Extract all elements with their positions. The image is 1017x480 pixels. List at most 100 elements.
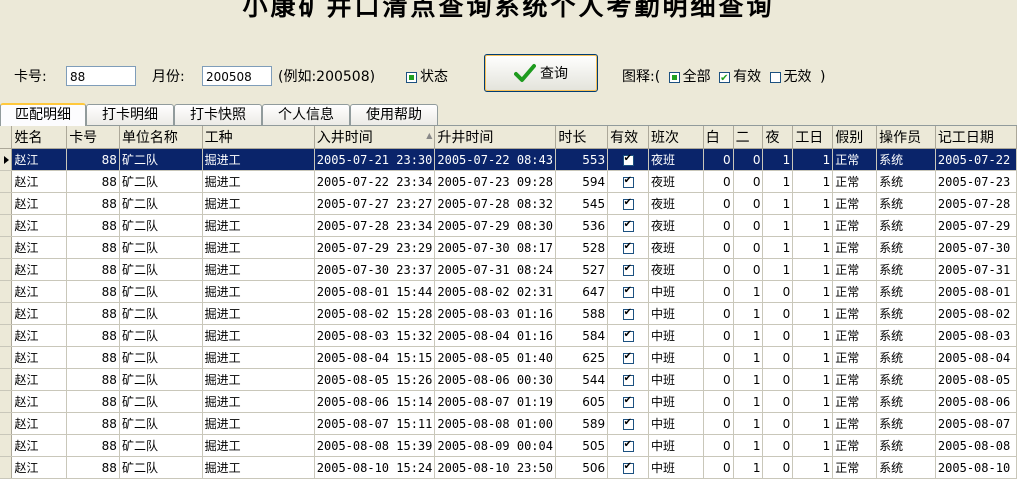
cell-second[interactable]: 1 (733, 368, 764, 391)
cell-name[interactable]: 赵江 (11, 324, 68, 347)
cell-day[interactable]: 0 (703, 280, 734, 303)
cell-second[interactable]: 1 (733, 456, 764, 479)
cell-shift[interactable]: 中班 (648, 390, 704, 413)
cell-in-time[interactable]: 2005-08-06 15:14 (314, 390, 436, 413)
cell-workday[interactable]: 1 (792, 390, 834, 413)
cell-leave[interactable]: 正常 (832, 170, 878, 193)
cell-night[interactable]: 0 (762, 390, 794, 413)
cell-leave[interactable]: 正常 (832, 258, 878, 281)
row-indicator[interactable] (0, 368, 13, 391)
cell-night[interactable]: 0 (762, 302, 794, 325)
row-indicator[interactable] (0, 324, 13, 347)
cell-out-time[interactable]: 2005-08-07 01:19 (434, 390, 557, 413)
cell-in-time[interactable]: 2005-08-04 15:15 (314, 346, 436, 369)
cell-day[interactable]: 0 (703, 368, 734, 391)
col-header-operator[interactable]: 操作员 (876, 126, 936, 149)
cell-card[interactable]: 88 (66, 148, 120, 171)
cell-job[interactable]: 掘进工 (202, 390, 315, 413)
cell-second[interactable]: 1 (733, 434, 764, 457)
cell-job[interactable]: 掘进工 (202, 434, 315, 457)
cell-duration[interactable]: 536 (555, 214, 609, 237)
cell-duration[interactable]: 625 (555, 346, 609, 369)
cell-workday[interactable]: 1 (792, 258, 834, 281)
cell-valid[interactable] (607, 214, 650, 237)
cell-record-date[interactable]: 2005-08-02 (935, 302, 1017, 325)
table-row[interactable]: 赵江 88 矿二队 掘进工 2005-07-29 23:29 2005-07-30 08:… (0, 236, 1017, 259)
cell-day[interactable]: 0 (703, 258, 734, 281)
cell-second[interactable]: 1 (733, 302, 764, 325)
cell-card[interactable]: 88 (66, 258, 120, 281)
cell-name[interactable]: 赵江 (11, 148, 68, 171)
query-button[interactable]: 查询 (484, 54, 598, 92)
cell-day[interactable]: 0 (703, 214, 734, 237)
cell-shift[interactable]: 夜班 (648, 148, 704, 171)
cell-valid[interactable] (607, 258, 650, 281)
cell-operator[interactable]: 系统 (876, 258, 936, 281)
tab-match-detail[interactable]: 匹配明细 (0, 103, 86, 126)
cell-card[interactable]: 88 (66, 434, 120, 457)
cell-out-time[interactable]: 2005-08-08 01:00 (434, 412, 557, 435)
cell-night[interactable]: 1 (762, 148, 794, 171)
cell-card[interactable]: 88 (66, 192, 120, 215)
cell-job[interactable]: 掘进工 (202, 302, 315, 325)
table-row[interactable]: 赵江 88 矿二队 掘进工 2005-08-02 15:28 2005-08-03 01:… (0, 302, 1017, 325)
cell-out-time[interactable]: 2005-08-02 02:31 (434, 280, 557, 303)
cell-duration[interactable]: 594 (555, 170, 609, 193)
cell-workday[interactable]: 1 (792, 412, 834, 435)
col-header-leave[interactable]: 假别 (832, 126, 878, 149)
cell-day[interactable]: 0 (703, 412, 734, 435)
attendance-grid[interactable]: 姓名 卡号 单位名称 工种 入井时间 ▲ 升井时间 时长 有效 班次白二夜工日 假别 操作员 记工日期 … (0, 125, 1017, 480)
cell-night[interactable]: 0 (762, 280, 794, 303)
cell-name[interactable]: 赵江 (11, 346, 68, 369)
table-row[interactable]: 赵江 88 矿二队 掘进工 2005-08-06 15:14 2005-08-07 01:… (0, 390, 1017, 413)
cell-operator[interactable]: 系统 (876, 280, 936, 303)
cell-in-time[interactable]: 2005-08-07 15:11 (314, 412, 436, 435)
cell-out-time[interactable]: 2005-08-06 00:30 (434, 368, 557, 391)
status-check-box[interactable] (406, 71, 417, 83)
cell-unit[interactable]: 矿二队 (119, 170, 203, 193)
cell-job[interactable]: 掘进工 (202, 280, 315, 303)
row-indicator[interactable] (0, 412, 13, 435)
cell-duration[interactable]: 588 (555, 302, 609, 325)
row-indicator[interactable] (0, 390, 13, 413)
cell-shift[interactable]: 中班 (648, 456, 704, 479)
cell-duration[interactable]: 545 (555, 192, 609, 215)
cell-out-time[interactable]: 2005-07-23 09:28 (434, 170, 557, 193)
cell-name[interactable]: 赵江 (11, 368, 68, 391)
cell-duration[interactable]: 506 (555, 456, 609, 479)
cell-unit[interactable]: 矿二队 (119, 302, 203, 325)
cell-operator[interactable]: 系统 (876, 456, 936, 479)
cell-record-date[interactable]: 2005-08-07 (935, 412, 1017, 435)
cell-workday[interactable]: 1 (792, 456, 834, 479)
cell-leave[interactable]: 正常 (832, 346, 878, 369)
tab-punch-snapshot[interactable]: 打卡快照 (174, 104, 262, 125)
cell-duration[interactable]: 528 (555, 236, 609, 259)
cell-night[interactable]: 1 (762, 236, 794, 259)
cell-shift[interactable]: 夜班 (648, 170, 704, 193)
row-indicator[interactable] (0, 148, 13, 171)
valid-checkbox-icon[interactable] (622, 461, 634, 474)
cell-leave[interactable]: 正常 (832, 324, 878, 347)
col-header-valid[interactable]: 有效 (607, 126, 650, 149)
cell-job[interactable]: 掘进工 (202, 170, 315, 193)
cell-card[interactable]: 88 (66, 456, 120, 479)
cell-valid[interactable] (607, 346, 650, 369)
cell-out-time[interactable]: 2005-07-30 08:17 (434, 236, 557, 259)
cell-duration[interactable]: 527 (555, 258, 609, 281)
cell-shift[interactable]: 夜班 (648, 258, 704, 281)
row-indicator[interactable] (0, 170, 13, 193)
col-header-workday[interactable]: 工日 (792, 126, 834, 149)
cell-out-time[interactable]: 2005-08-05 01:40 (434, 346, 557, 369)
cell-out-time[interactable]: 2005-07-22 08:43 (434, 148, 557, 171)
row-indicator[interactable] (0, 456, 13, 479)
cell-shift[interactable]: 中班 (648, 434, 704, 457)
cell-workday[interactable]: 1 (792, 324, 834, 347)
cell-workday[interactable]: 1 (792, 148, 834, 171)
cell-operator[interactable]: 系统 (876, 148, 936, 171)
cell-record-date[interactable]: 2005-08-06 (935, 390, 1017, 413)
cell-valid[interactable] (607, 148, 650, 171)
cell-second[interactable]: 1 (733, 280, 764, 303)
cell-card[interactable]: 88 (66, 324, 120, 347)
cell-in-time[interactable]: 2005-08-01 15:44 (314, 280, 436, 303)
card-number-input[interactable]: 88 (66, 66, 136, 86)
